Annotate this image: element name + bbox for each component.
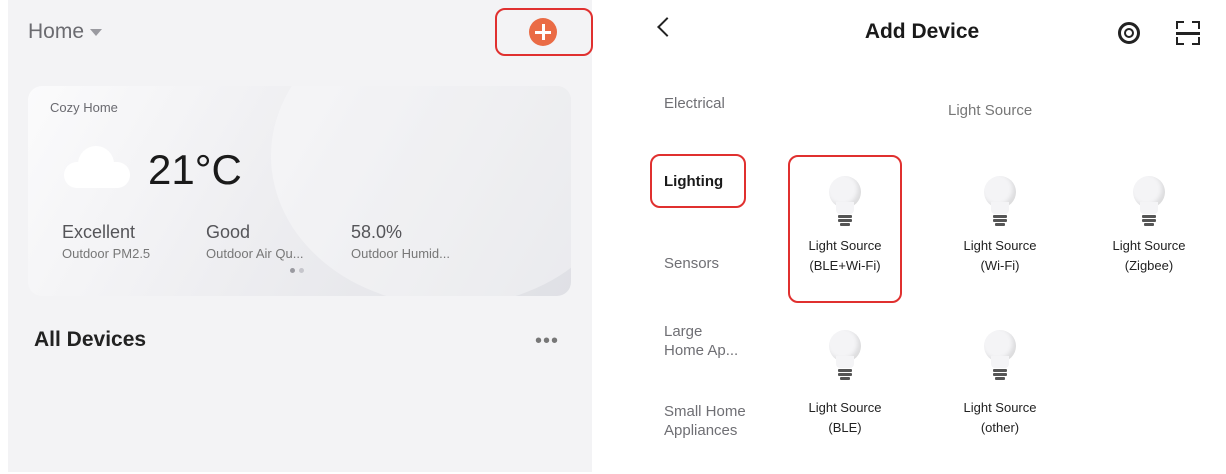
device-light-source-wifi[interactable]: Light Source (Wi-Fi) bbox=[935, 176, 1065, 276]
metric-value: Excellent bbox=[62, 222, 136, 242]
light-bulb-icon bbox=[980, 176, 1020, 232]
home-screen: Home Cozy Home 21°C Excellent Outdoor PM… bbox=[8, 0, 593, 472]
light-bulb-icon bbox=[980, 330, 1020, 386]
add-device-screen: Add Device Electrical Lighting Sensors L… bbox=[618, 0, 1226, 474]
page-indicator bbox=[290, 268, 304, 273]
section-title: Light Source bbox=[948, 102, 1033, 119]
metric-humidity: 58.0% Outdoor Humid... bbox=[351, 222, 450, 261]
light-bulb-icon bbox=[825, 330, 865, 386]
caret-down-icon bbox=[90, 28, 103, 36]
cloud-icon bbox=[64, 144, 130, 188]
auto-scan-icon[interactable] bbox=[1118, 22, 1140, 44]
metric-label: Outdoor Humid... bbox=[351, 246, 450, 261]
metric-label: Outdoor PM2.5 bbox=[62, 246, 151, 261]
light-bulb-icon bbox=[825, 176, 865, 232]
device-light-source-ble-wifi[interactable]: Light Source (BLE+Wi-Fi) bbox=[780, 176, 910, 276]
device-light-source-row3-a[interactable] bbox=[780, 330, 910, 390]
metric-value: 58.0% bbox=[351, 222, 403, 242]
device-light-source-zigbee[interactable]: Light Source (Zigbee) bbox=[1084, 176, 1214, 276]
all-devices-heading: All Devices bbox=[34, 328, 147, 351]
card-home-name: Cozy Home bbox=[50, 100, 118, 115]
highlight-add-button bbox=[495, 8, 593, 56]
temperature: 21°C bbox=[148, 146, 242, 193]
metric-label: Outdoor Air Qu... bbox=[206, 246, 304, 261]
category-electrical[interactable]: Electrical bbox=[664, 94, 725, 113]
home-selector[interactable]: Home bbox=[28, 20, 103, 44]
category-large-home-appliances[interactable]: Large Home Ap... bbox=[664, 322, 738, 360]
category-sensors[interactable]: Sensors bbox=[664, 254, 719, 273]
metric-pm25: Excellent Outdoor PM2.5 bbox=[62, 222, 150, 261]
category-small-home-appliances[interactable]: Small Home Appliances bbox=[664, 402, 746, 440]
weather-card[interactable]: Cozy Home 21°C Excellent Outdoor PM2.5 G… bbox=[28, 86, 571, 296]
qr-scan-icon[interactable] bbox=[1176, 21, 1200, 45]
more-options-icon[interactable]: ••• bbox=[535, 330, 559, 353]
home-title: Home bbox=[28, 20, 85, 43]
device-light-source-other[interactable]: Light Source (other) bbox=[935, 394, 1065, 438]
metric-value: Good bbox=[206, 222, 251, 242]
metric-air-quality: Good Outdoor Air Qu... bbox=[206, 222, 304, 261]
light-bulb-icon bbox=[1129, 176, 1169, 232]
category-lighting[interactable]: Lighting bbox=[664, 172, 723, 191]
device-light-source-ble[interactable]: Light Source (BLE) bbox=[780, 394, 910, 438]
device-light-source-row3-b[interactable] bbox=[935, 330, 1065, 390]
page-dot bbox=[299, 268, 304, 273]
page-dot bbox=[290, 268, 295, 273]
add-device-button[interactable] bbox=[529, 18, 557, 46]
